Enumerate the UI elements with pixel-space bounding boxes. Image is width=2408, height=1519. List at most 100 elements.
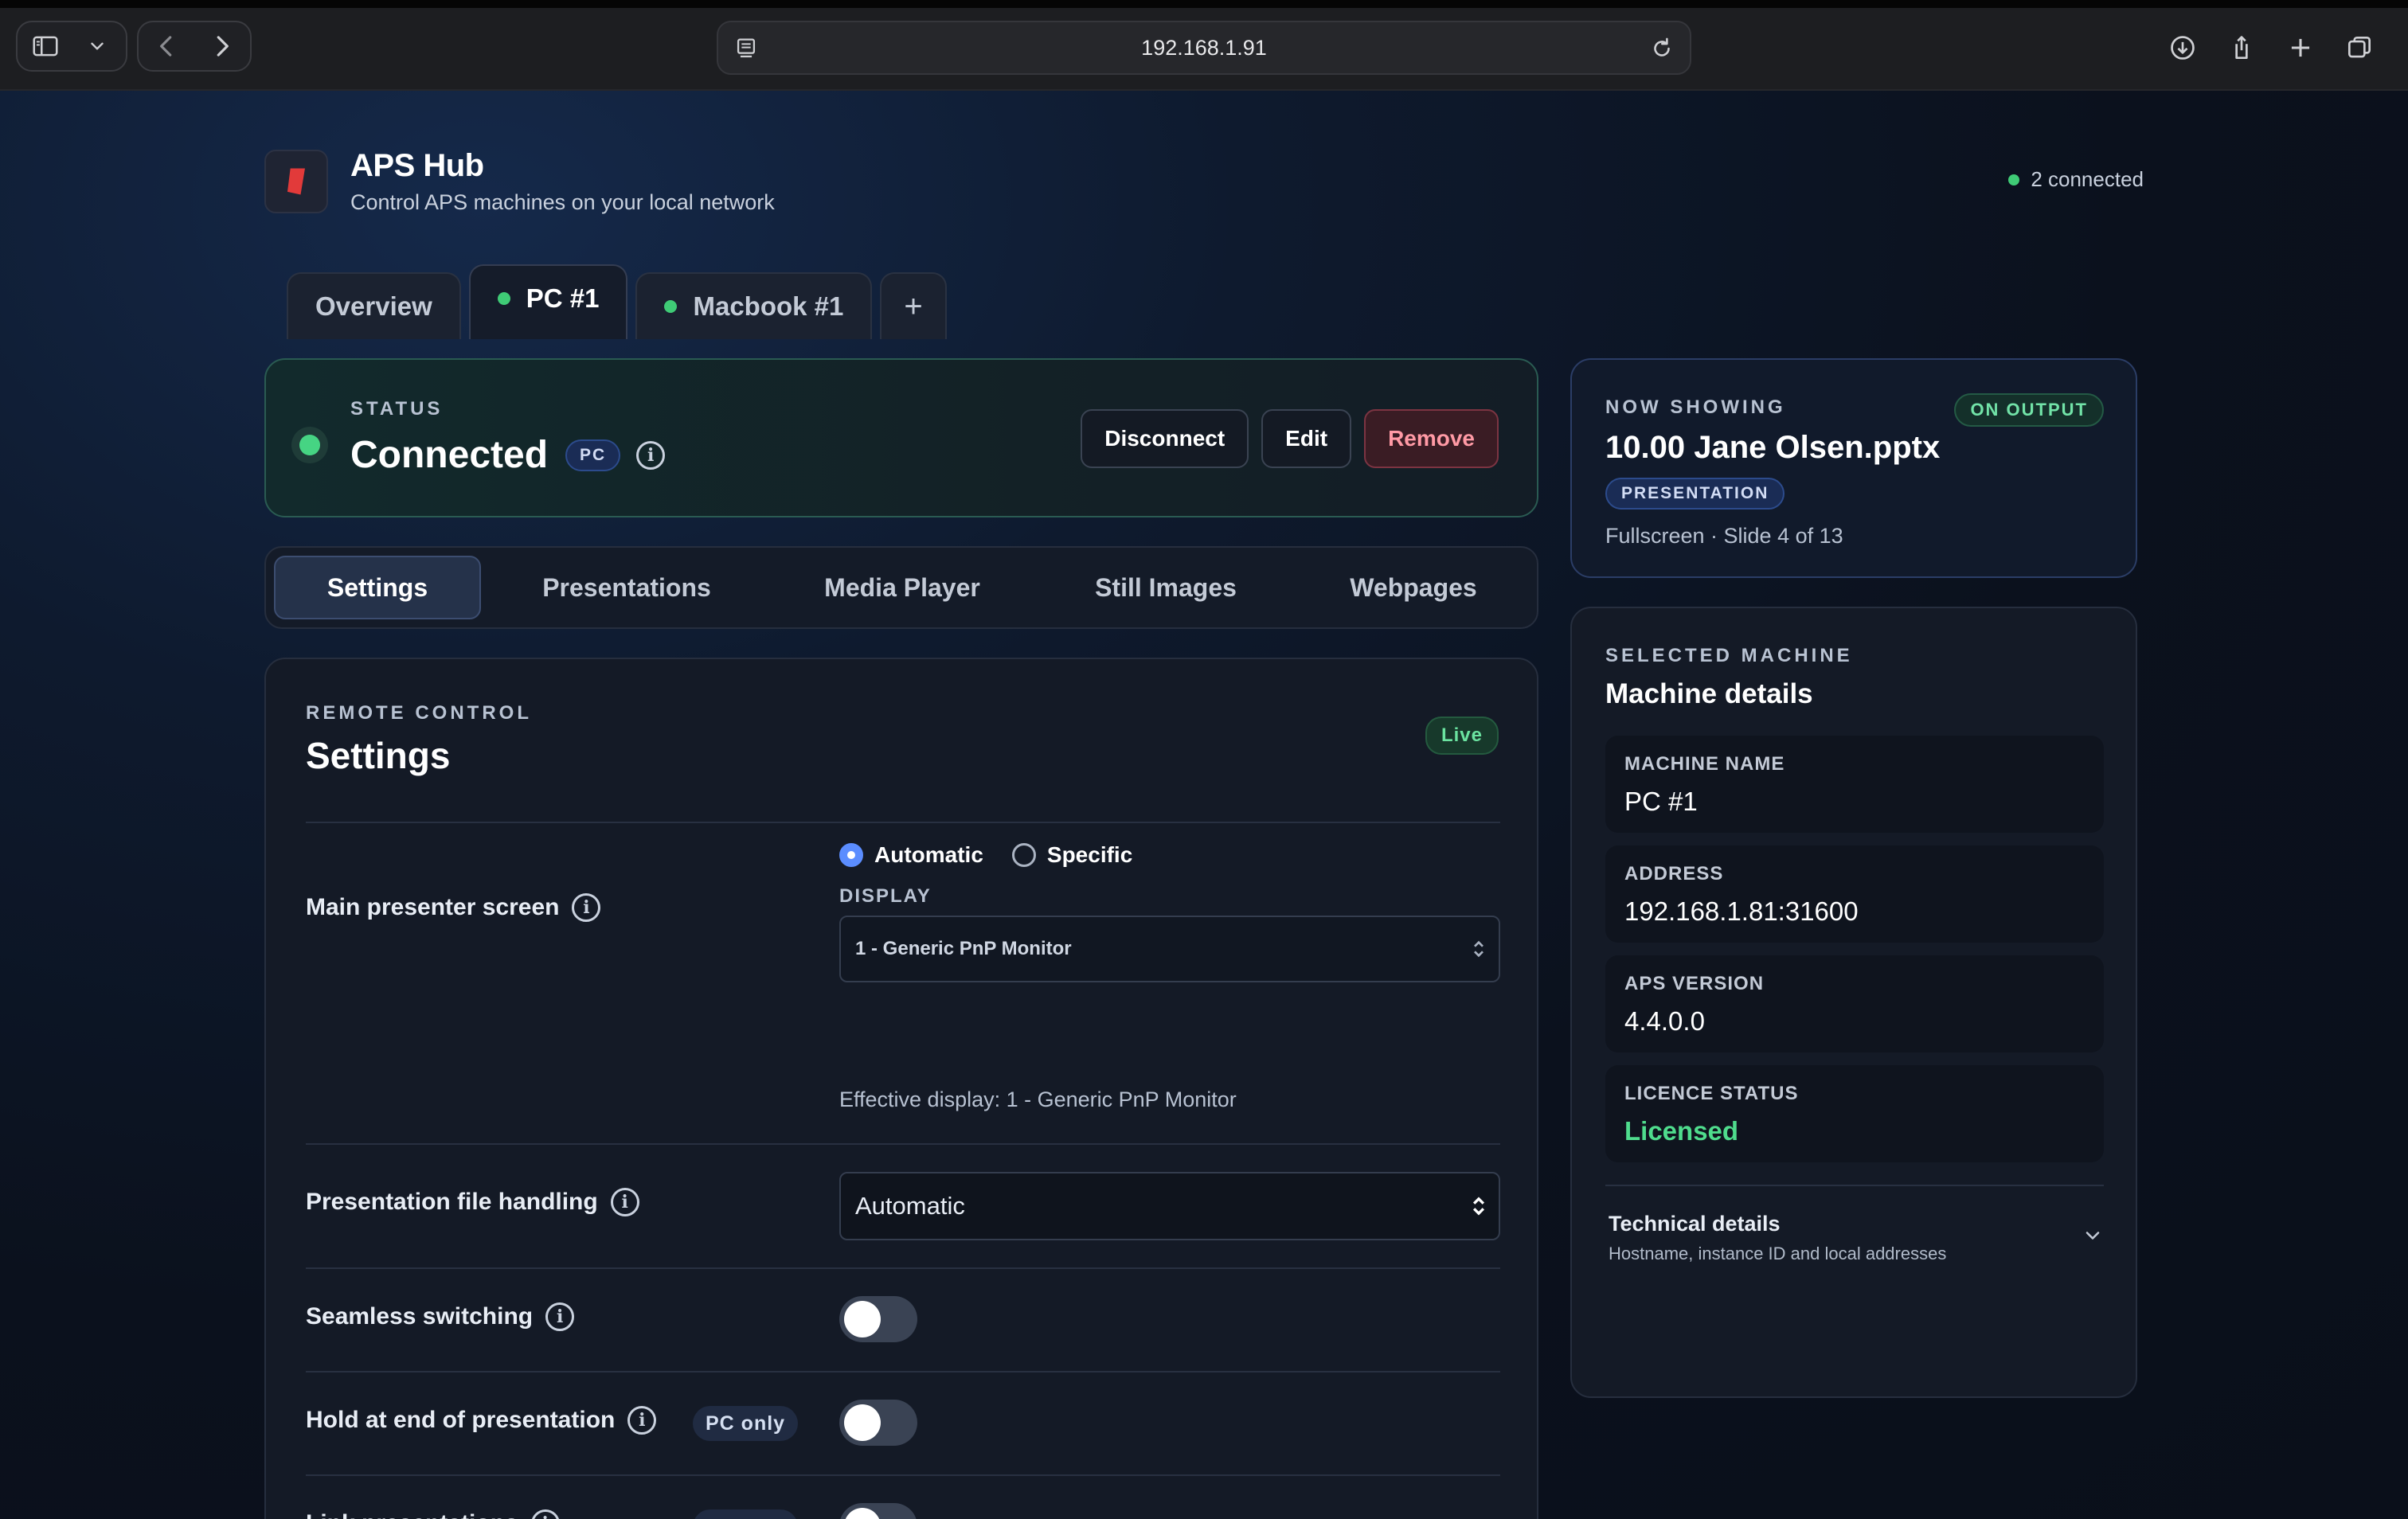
tabs-overview-icon[interactable]: [2333, 21, 2386, 75]
tab-label: PC #1: [526, 283, 600, 313]
seamless-switching-toggle[interactable]: [839, 1296, 917, 1342]
address-bar[interactable]: 192.168.1.91: [717, 21, 1691, 75]
address-field: ADDRESS 192.168.1.81:31600: [1605, 845, 2104, 943]
app-title: APS Hub: [350, 148, 484, 183]
forward-icon[interactable]: [194, 22, 250, 70]
file-handling-label: Presentation file handling i: [306, 1188, 639, 1216]
radio-label: Specific: [1046, 842, 1133, 867]
link-presentations-label: Link presentations i: [306, 1509, 560, 1519]
chevron-down-icon[interactable]: [73, 22, 121, 70]
chevron-down-icon: [2086, 1232, 2100, 1240]
new-tab-icon[interactable]: [2274, 21, 2327, 75]
setting-label: Presentation file handling: [306, 1189, 598, 1215]
hold-at-end-toggle[interactable]: [839, 1400, 917, 1446]
tab-settings[interactable]: Settings: [274, 556, 481, 619]
setting-label: Seamless switching: [306, 1303, 534, 1330]
field-key: ADDRESS: [1624, 863, 1724, 884]
now-showing-detail: Fullscreen · Slide 4 of 13: [1605, 524, 1843, 548]
aps-logo-icon: [287, 168, 305, 195]
status-card: STATUS Connected PC i Disconnect Edit Re…: [264, 358, 1538, 517]
reload-icon[interactable]: [1648, 35, 1675, 62]
technical-details-subtitle: Hostname, instance ID and local addresse…: [1609, 1244, 1947, 1263]
divider: [306, 1143, 1500, 1145]
info-icon[interactable]: i: [610, 1188, 639, 1216]
tab-presentations[interactable]: Presentations: [481, 556, 772, 619]
sidebar-icon[interactable]: [18, 22, 73, 70]
field-key: MACHINE NAME: [1624, 753, 1785, 775]
radio-unchecked-icon: [1011, 843, 1036, 867]
tab-label: Macbook #1: [693, 291, 844, 321]
app-header: APS Hub Control APS machines on your loc…: [264, 148, 775, 215]
effective-display-note: Effective display: 1 - Generic PnP Monit…: [839, 1088, 1237, 1111]
back-icon[interactable]: [139, 22, 194, 70]
browser-toolbar: 192.168.1.91: [0, 8, 2408, 91]
settings-panel: REMOTE CONTROL Settings Live Main presen…: [264, 658, 1538, 1519]
divider: [306, 1474, 1500, 1476]
settings-title: Settings: [306, 735, 451, 776]
sidebar-toggle-group: [16, 21, 127, 72]
screen-mode-radios: Automatic Specific: [839, 842, 1161, 868]
add-machine-button[interactable]: +: [880, 272, 947, 339]
history-nav-group: [137, 21, 252, 72]
info-icon[interactable]: i: [636, 440, 666, 470]
machine-details-title: Machine details: [1605, 678, 1813, 709]
radio-specific[interactable]: Specific: [1011, 842, 1133, 868]
file-handling-value: Automatic: [855, 1192, 965, 1220]
browser-actions: [2156, 21, 2386, 75]
now-showing-card: NOW SHOWING ON OUTPUT 10.00 Jane Olsen.p…: [1570, 358, 2137, 578]
status-indicator-icon: [299, 435, 320, 455]
app-subtitle: Control APS machines on your local netwo…: [350, 190, 775, 214]
status-eyebrow: STATUS: [350, 398, 444, 420]
machine-name-field: MACHINE NAME PC #1: [1605, 736, 2104, 833]
field-value: Licensed: [1624, 1116, 1739, 1146]
pc-only-badge: PC only: [693, 1406, 799, 1441]
radio-label: Automatic: [874, 842, 983, 867]
info-icon[interactable]: i: [627, 1406, 657, 1435]
now-showing-eyebrow: NOW SHOWING: [1605, 396, 1786, 418]
plus-icon: +: [904, 288, 923, 324]
divider: [306, 1371, 1500, 1373]
technical-details-toggle[interactable]: Technical details Hostname, instance ID …: [1605, 1185, 2104, 1269]
tab-webpages[interactable]: Webpages: [1300, 556, 1527, 619]
info-icon[interactable]: i: [545, 1302, 575, 1331]
window-top-edge: [0, 0, 2408, 8]
field-value: 192.168.1.81:31600: [1624, 896, 1859, 926]
connected-dot-icon: [2008, 174, 2020, 185]
now-showing-file: 10.00 Jane Olsen.pptx: [1605, 430, 1941, 465]
status-value: Connected: [350, 434, 549, 476]
connection-count-label: 2 connected: [2031, 167, 2144, 191]
tab-media-player[interactable]: Media Player: [772, 556, 1032, 619]
live-badge: Live: [1425, 717, 1499, 755]
machine-details-card: SELECTED MACHINE Machine details MACHINE…: [1570, 607, 2137, 1398]
licence-status-field: LICENCE STATUS Licensed: [1605, 1065, 2104, 1162]
radio-automatic[interactable]: Automatic: [839, 842, 983, 868]
connection-count: 2 connected: [2008, 167, 2144, 192]
share-icon[interactable]: [2215, 21, 2268, 75]
field-key: LICENCE STATUS: [1624, 1083, 1799, 1104]
main-presenter-screen-label: Main presenter screen i: [306, 893, 601, 922]
tab-overview[interactable]: Overview: [287, 272, 461, 339]
info-icon[interactable]: i: [572, 893, 601, 922]
site-settings-icon[interactable]: [733, 35, 760, 62]
hold-at-end-label: Hold at end of presentation i: [306, 1406, 657, 1435]
setting-label: Link presentations: [306, 1510, 518, 1519]
tab-macbook-1[interactable]: Macbook #1: [635, 272, 873, 339]
setting-label: Hold at end of presentation: [306, 1407, 616, 1433]
divider: [306, 1267, 1500, 1269]
info-icon[interactable]: i: [530, 1509, 560, 1519]
on-output-badge: ON OUTPUT: [1954, 393, 2104, 427]
url-text: 192.168.1.91: [1141, 35, 1267, 60]
tab-pc-1[interactable]: PC #1: [468, 264, 628, 339]
connected-dot-icon: [497, 292, 510, 305]
machine-eyebrow: SELECTED MACHINE: [1605, 645, 1853, 666]
display-select[interactable]: 1 - Generic PnP Monitor: [839, 916, 1500, 982]
remove-button[interactable]: Remove: [1364, 409, 1499, 468]
edit-button[interactable]: Edit: [1261, 409, 1352, 468]
divider: [306, 822, 1500, 823]
link-presentations-toggle[interactable]: [839, 1503, 917, 1519]
download-icon[interactable]: [2156, 21, 2209, 75]
tab-still-images[interactable]: Still Images: [1032, 556, 1300, 619]
file-handling-select[interactable]: Automatic: [839, 1172, 1500, 1240]
technical-details-title: Technical details: [1609, 1212, 1781, 1236]
disconnect-button[interactable]: Disconnect: [1081, 409, 1249, 468]
